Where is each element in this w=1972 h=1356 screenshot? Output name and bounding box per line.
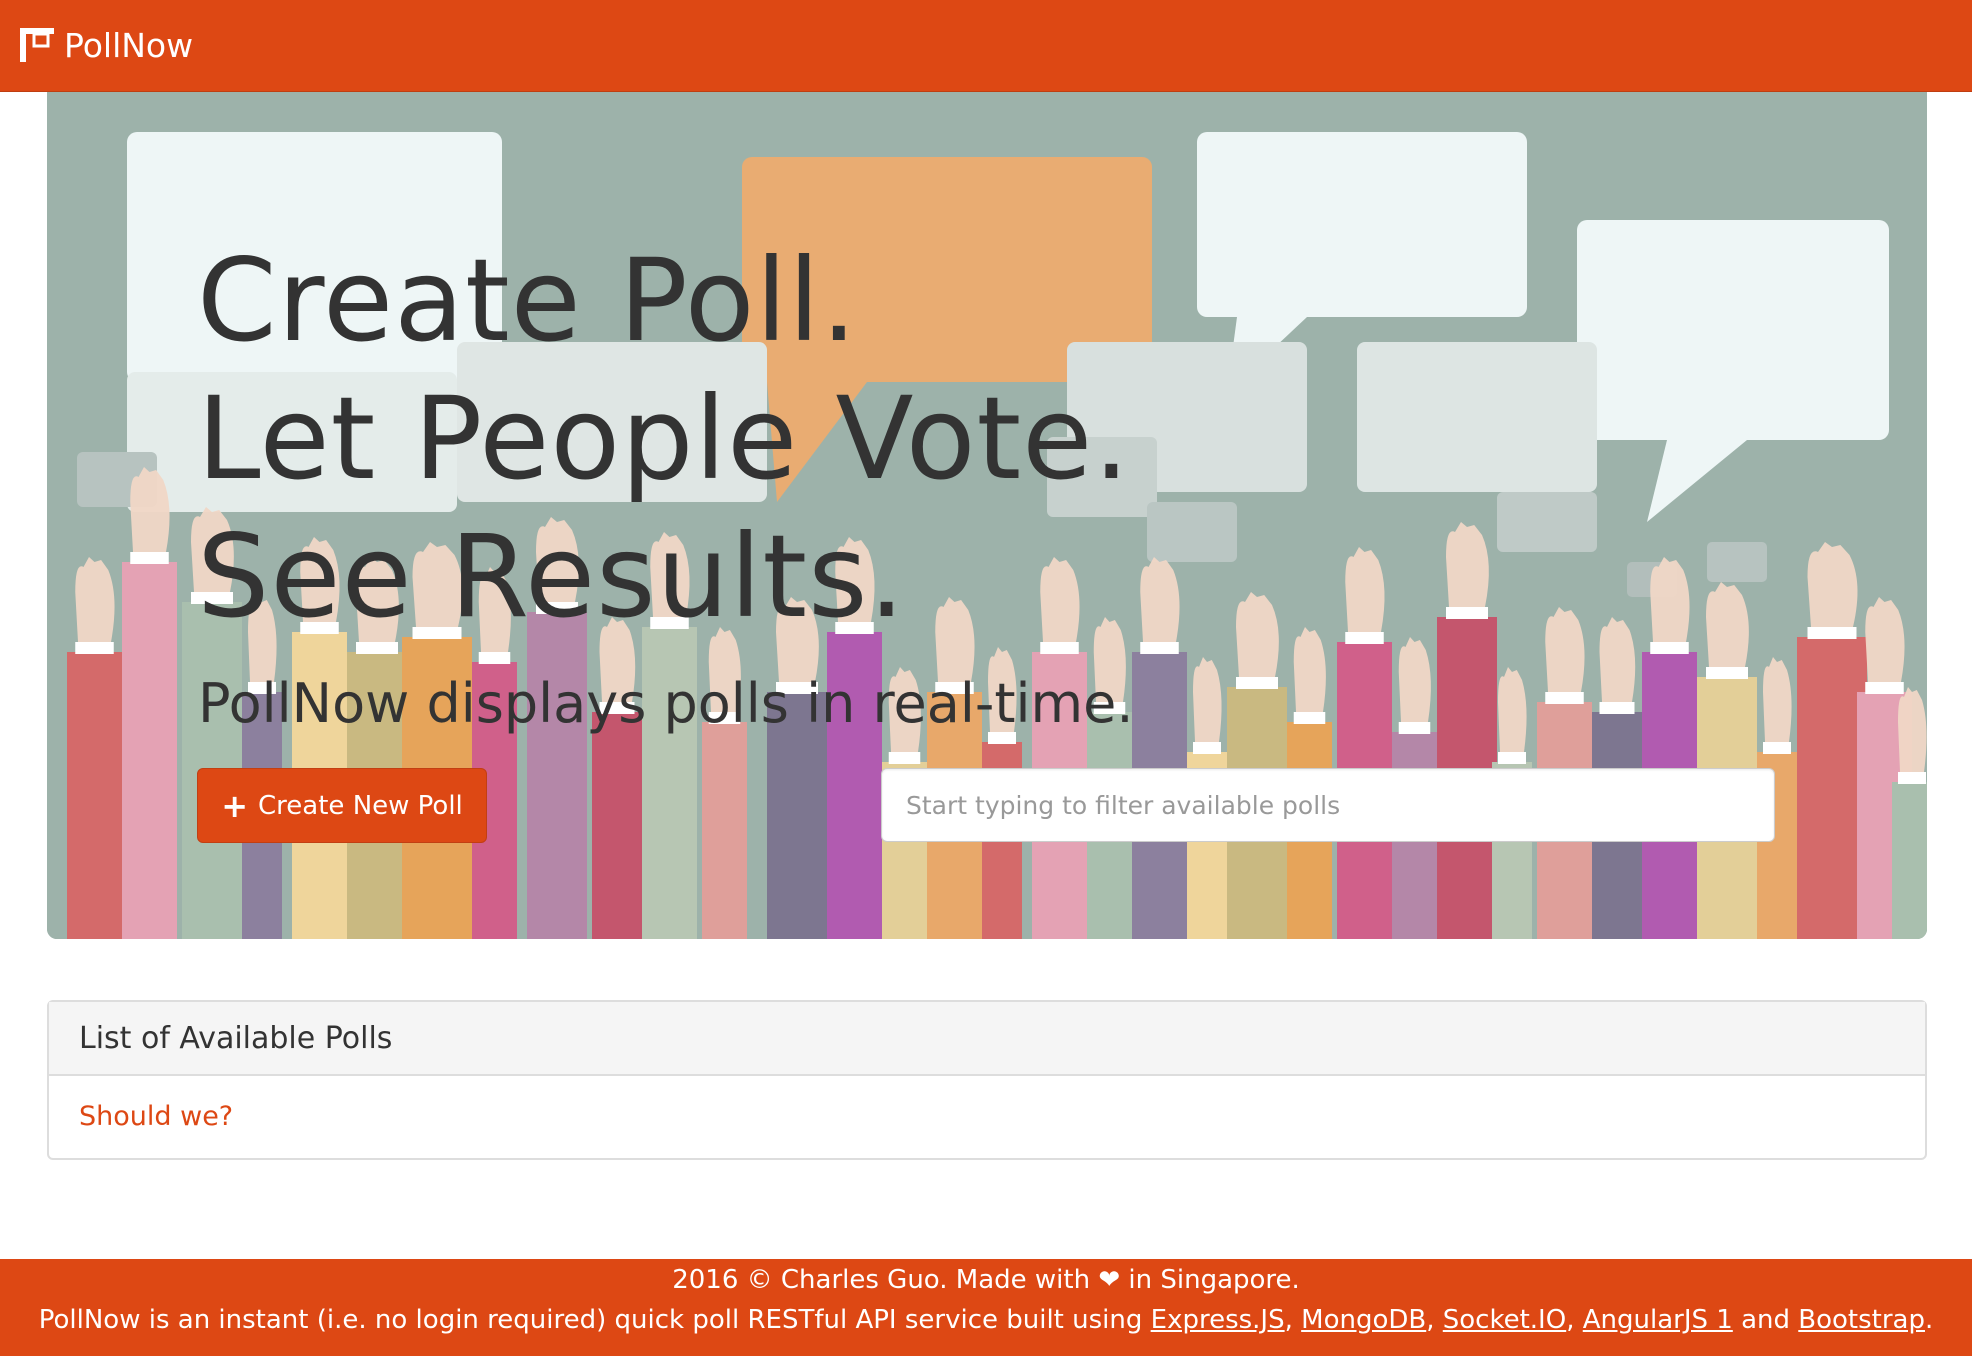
link-expressjs[interactable]: Express.JS bbox=[1151, 1305, 1285, 1335]
poll-list: Should we? bbox=[49, 1076, 1925, 1156]
footer-credits: PollNow is an instant (i.e. no login req… bbox=[0, 1305, 1972, 1335]
plus-icon: + bbox=[221, 786, 249, 825]
hero-headline: Create Poll. Let People Vote. See Result… bbox=[197, 232, 1131, 646]
panel-title: List of Available Polls bbox=[79, 1020, 393, 1056]
link-socketio[interactable]: Socket.IO bbox=[1443, 1305, 1566, 1335]
period: . bbox=[1924, 1305, 1934, 1335]
brand-link[interactable]: PollNow bbox=[20, 0, 193, 90]
separator: , bbox=[1426, 1305, 1435, 1335]
and-word: and bbox=[1741, 1305, 1790, 1335]
link-mongodb[interactable]: MongoDB bbox=[1301, 1305, 1426, 1335]
headline-line-3: See Results. bbox=[197, 510, 906, 643]
link-angularjs[interactable]: AngularJS 1 bbox=[1583, 1305, 1733, 1335]
poll-filter-input[interactable] bbox=[881, 768, 1775, 842]
hero-lead-text: PollNow displays polls in real-time. bbox=[198, 672, 1134, 735]
pollnow-logo-icon bbox=[20, 28, 54, 62]
brand-name: PollNow bbox=[64, 25, 194, 65]
available-polls-panel: List of Available Polls Should we? bbox=[47, 1000, 1927, 1160]
create-new-poll-button[interactable]: + Create New Poll bbox=[197, 768, 487, 843]
create-new-poll-label: Create New Poll bbox=[258, 790, 463, 821]
separator: , bbox=[1284, 1305, 1293, 1335]
panel-heading: List of Available Polls bbox=[49, 1002, 1925, 1076]
hero-jumbotron: Create Poll. Let People Vote. See Result… bbox=[47, 92, 1927, 939]
footer-copyright-prefix: 2016 © Charles Guo. Made with bbox=[672, 1265, 1091, 1295]
poll-link[interactable]: Should we? bbox=[79, 1101, 233, 1132]
headline-line-2: Let People Vote. bbox=[197, 372, 1131, 505]
headline-line-1: Create Poll. bbox=[197, 234, 859, 367]
footer-copyright-suffix: in Singapore. bbox=[1128, 1265, 1300, 1295]
page-footer: 2016 © Charles Guo. Made with ❤ in Singa… bbox=[0, 1259, 1972, 1356]
top-navbar: PollNow bbox=[0, 0, 1972, 92]
link-bootstrap[interactable]: Bootstrap bbox=[1798, 1305, 1925, 1335]
separator: , bbox=[1566, 1305, 1575, 1335]
footer-credits-text: PollNow is an instant (i.e. no login req… bbox=[38, 1305, 1143, 1335]
heart-icon: ❤ bbox=[1098, 1265, 1121, 1295]
footer-copyright: 2016 © Charles Guo. Made with ❤ in Singa… bbox=[0, 1265, 1972, 1295]
list-item: Should we? bbox=[49, 1076, 1925, 1156]
